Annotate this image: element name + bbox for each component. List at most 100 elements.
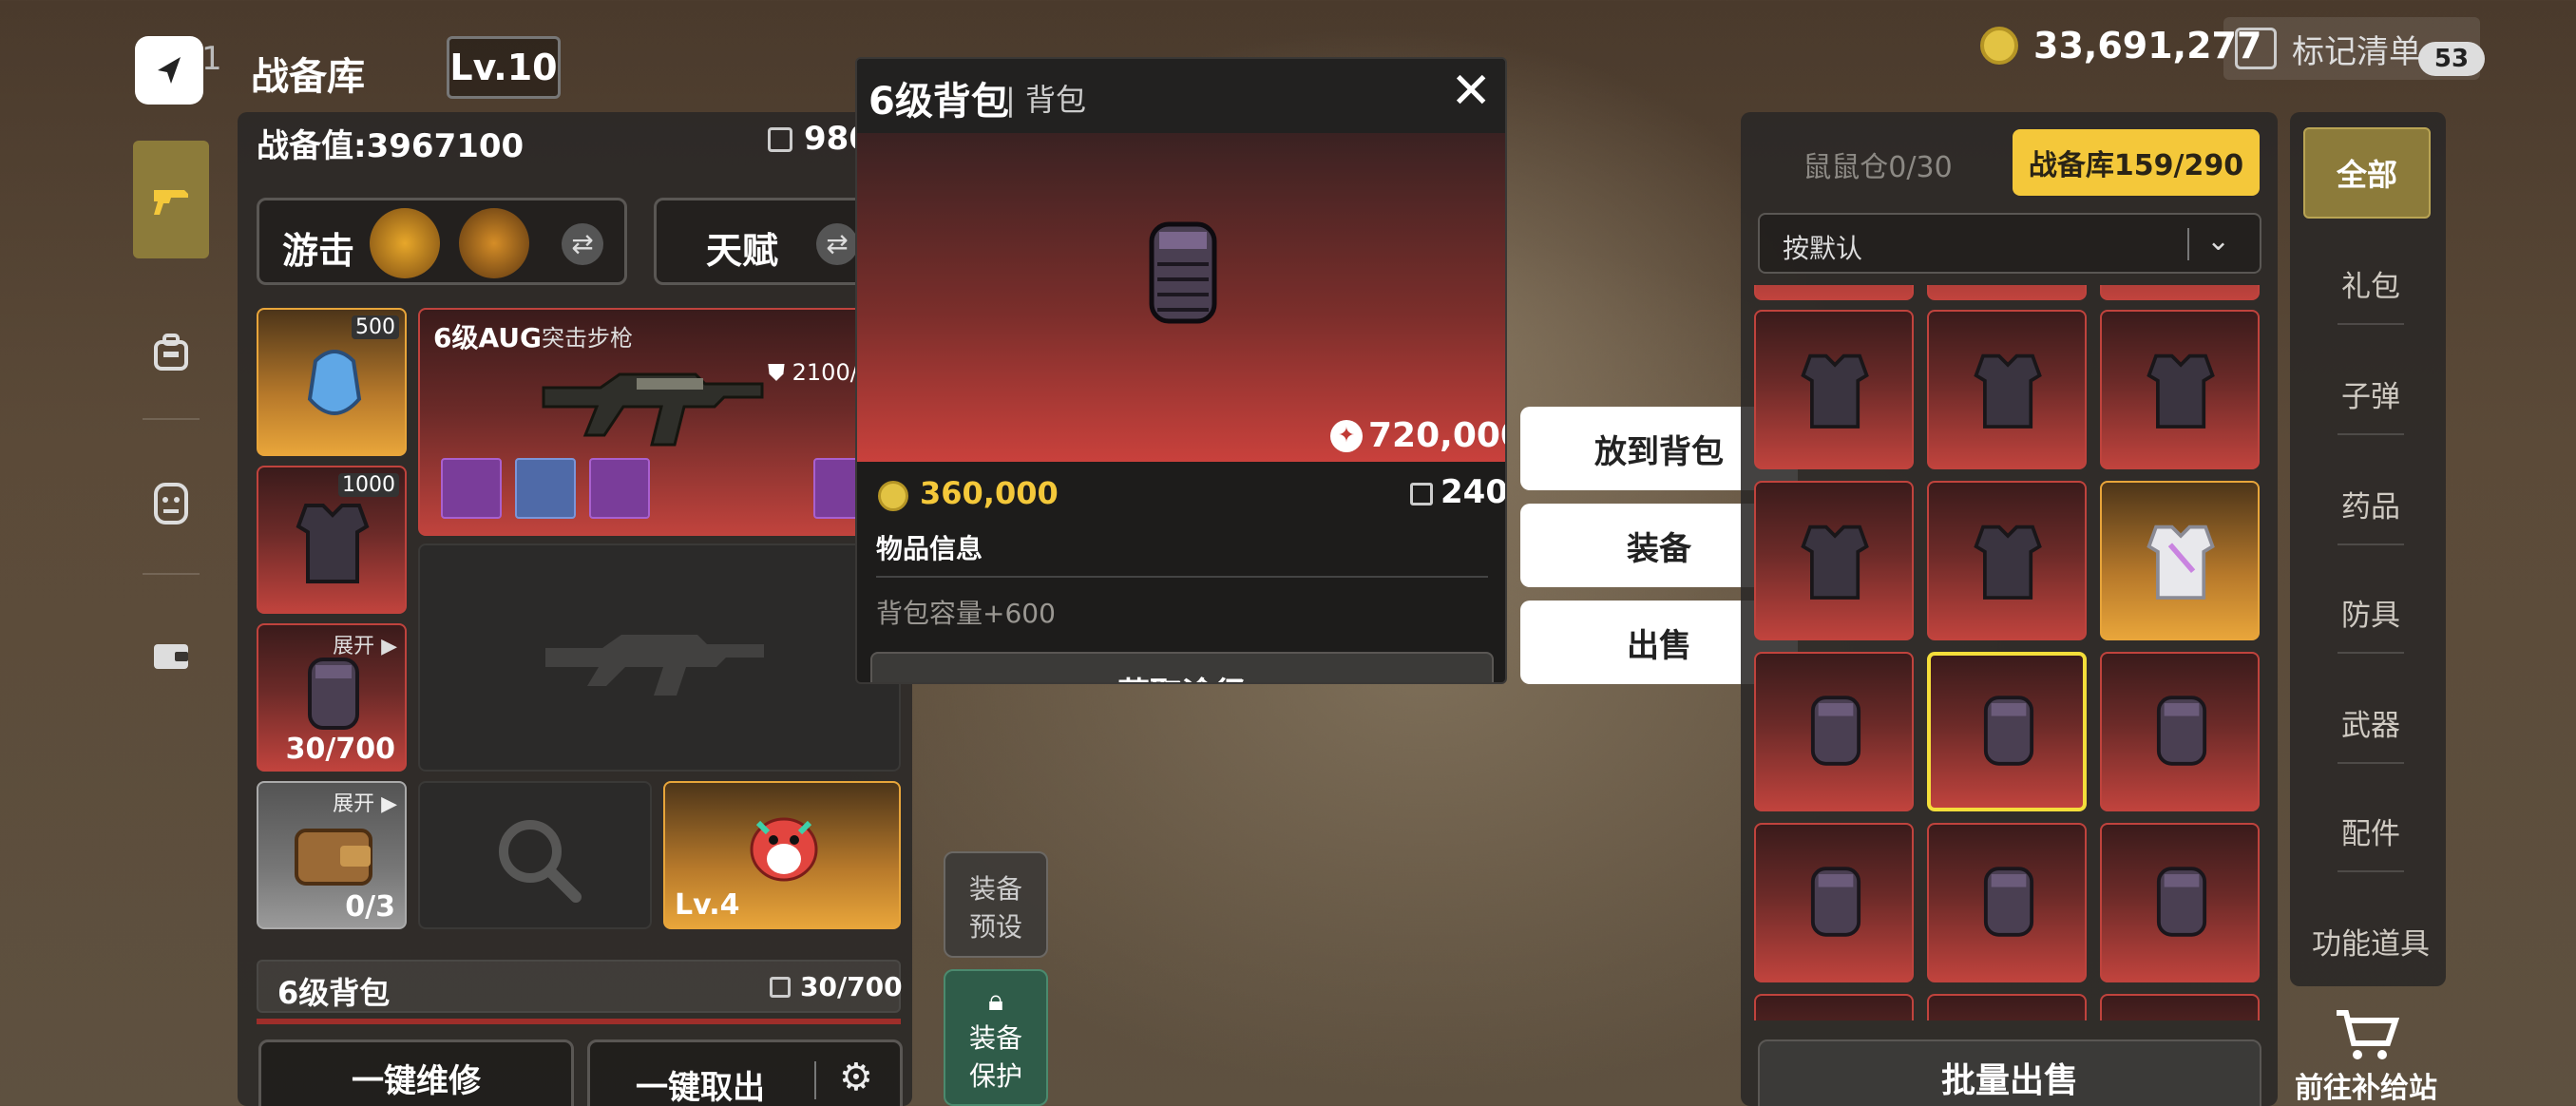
nav-character-tab[interactable] [143, 475, 200, 532]
inventory-slot[interactable] [1927, 481, 2087, 640]
nav-wallet-tab[interactable] [143, 627, 200, 684]
protect-line1: 装备 [968, 1022, 1022, 1054]
protect-line2: 保护 [968, 1060, 1022, 1092]
category-divider [2337, 652, 2404, 654]
secondary-weapon-slot[interactable] [418, 543, 901, 772]
obtain-button[interactable]: 获取途径 [870, 652, 1494, 683]
close-icon[interactable]: ✕ [1450, 67, 1492, 116]
inventory-slot[interactable] [2100, 285, 2260, 300]
inventory-slot[interactable] [1754, 652, 1914, 811]
mark-list-icon [2235, 28, 2277, 69]
backpack-item-icon [308, 658, 359, 730]
equipment-preset-button[interactable]: 装备 预设 [944, 851, 1048, 958]
inventory-slot[interactable] [2100, 994, 2260, 1020]
tab-armory-storage[interactable]: 战备库159/290 [2013, 129, 2260, 196]
item-detail-popup: 6级背包 | 背包 ✕ ✦ 720,000 360,000 240 物品信息 背… [855, 57, 1507, 684]
tab-mouse-label: 鼠鼠仓0/30 [1803, 151, 1953, 184]
armor-count: 1000 [338, 473, 399, 497]
attachment-slot-3[interactable] [589, 458, 650, 519]
search-icon [499, 820, 582, 903]
wallet-item-icon [295, 829, 372, 886]
pet-level: Lv.4 [675, 888, 740, 922]
equip-label: 装备 [1627, 529, 1691, 568]
inventory-slot[interactable] [1754, 823, 1914, 982]
armor-vest-icon [1801, 524, 1869, 600]
rifle-placeholder-icon [545, 635, 764, 696]
popup-price: 360,000 [920, 475, 1059, 511]
nav-divider [143, 573, 200, 575]
category-weapon[interactable]: 武器 [2299, 701, 2442, 744]
page-title: 战备库 [251, 55, 365, 99]
armor-vest-icon [296, 504, 370, 583]
helmet-slot[interactable]: 500 [257, 308, 407, 456]
battery-indicator: 53 [2418, 42, 2485, 76]
category-armor[interactable]: 防具 [2299, 591, 2442, 634]
obtain-label: 获取途径 [1117, 668, 1247, 683]
category-attachment[interactable]: 配件 [2299, 810, 2442, 852]
nav-backpack-tab[interactable] [143, 323, 200, 380]
inventory-slot-selected[interactable] [1927, 652, 2087, 811]
class-selector[interactable]: 游击 ⇄ [257, 198, 627, 285]
attachment-slot-1[interactable] [441, 458, 502, 519]
back-button[interactable] [135, 36, 203, 105]
category-ammo[interactable]: 子弹 [2299, 372, 2442, 415]
inventory-slot[interactable] [1754, 310, 1914, 469]
repair-all-button[interactable]: 一键维修 [258, 1039, 574, 1106]
category-medicine[interactable]: 药品 [2299, 483, 2442, 525]
character-icon [154, 483, 188, 524]
bag-bar-underline [257, 1019, 901, 1024]
inventory-slot[interactable] [2100, 823, 2260, 982]
inventory-slot[interactable] [1927, 994, 2087, 1020]
category-utility[interactable]: 功能道具 [2299, 920, 2442, 963]
weapon-type: 突击步枪 [542, 325, 633, 352]
shield-icon: ⛊ [768, 359, 792, 386]
bag-slot[interactable]: 展开 ▶ 30/700 [257, 623, 407, 772]
pet-icon [750, 817, 818, 882]
popup-title: 6级背包 [868, 80, 1009, 124]
sort-dropdown[interactable]: 按默认 ⌄ [1758, 213, 2261, 274]
inventory-slot[interactable] [1927, 823, 2087, 982]
talent-label: 天赋 [706, 230, 779, 272]
inventory-slot[interactable] [1754, 994, 1914, 1020]
value-shield-icon: ✦ [1330, 420, 1363, 452]
nav-weapon-tab[interactable] [133, 141, 209, 258]
category-nav [2290, 112, 2446, 986]
attachment-slot-2[interactable] [515, 458, 576, 519]
mark-list-label: 标记清单 [2292, 32, 2421, 71]
bag-bar[interactable]: 6级背包 30/700 [257, 960, 903, 1013]
armor-vest-icon [2147, 353, 2215, 429]
settings-icon[interactable]: ⚙ [839, 1056, 873, 1099]
category-all[interactable]: 全部 [2303, 127, 2431, 219]
swap-icon[interactable]: ⇄ [562, 223, 603, 265]
weapon-name: 6级AUG [433, 322, 543, 353]
category-divider [2337, 433, 2404, 435]
info-divider [876, 576, 1488, 578]
tab-armory-label: 战备库159/290 [2028, 149, 2244, 182]
wallet-slot[interactable]: 展开 ▶ 0/3 [257, 781, 407, 929]
popup-preview: ✦ 720,000 [857, 133, 1505, 462]
backpack-item-icon [1983, 696, 2034, 766]
batch-sell-button[interactable]: 批量出售 [1758, 1039, 2261, 1106]
inventory-slot[interactable] [1754, 285, 1914, 300]
take-out-all-button[interactable]: 一键取出 ⚙ [587, 1039, 903, 1106]
category-gift-pack[interactable]: 礼包 [2299, 262, 2442, 305]
pet-slot[interactable]: Lv.4 [663, 781, 901, 929]
wallet-expand[interactable]: 展开 ▶ [333, 787, 397, 817]
inventory-slot[interactable] [2100, 481, 2260, 640]
inventory-slot[interactable] [2100, 652, 2260, 811]
inventory-slot[interactable] [1927, 285, 2087, 300]
inventory-slot[interactable] [1927, 310, 2087, 469]
inventory-slot[interactable] [1754, 481, 1914, 640]
preset-line1: 装备 [968, 873, 1022, 905]
talent-swap-icon[interactable]: ⇄ [816, 223, 858, 265]
equipment-protect-button[interactable]: 🔒︎ 装备 保护 [944, 969, 1048, 1106]
category-divider [2337, 543, 2404, 545]
wallet-icon [154, 644, 188, 669]
armor-slot[interactable]: 1000 [257, 466, 407, 614]
tab-mouse-storage[interactable]: 鼠鼠仓0/30 [1754, 131, 2001, 198]
supply-station-button[interactable]: 前往补给站 [2280, 1007, 2452, 1106]
inventory-slot[interactable] [2100, 310, 2260, 469]
search-slot[interactable] [418, 781, 652, 929]
primary-weapon-slot[interactable]: 6级AUG 突击步枪 ⛊ 2100/2 [418, 308, 912, 536]
gun-icon [154, 190, 188, 215]
